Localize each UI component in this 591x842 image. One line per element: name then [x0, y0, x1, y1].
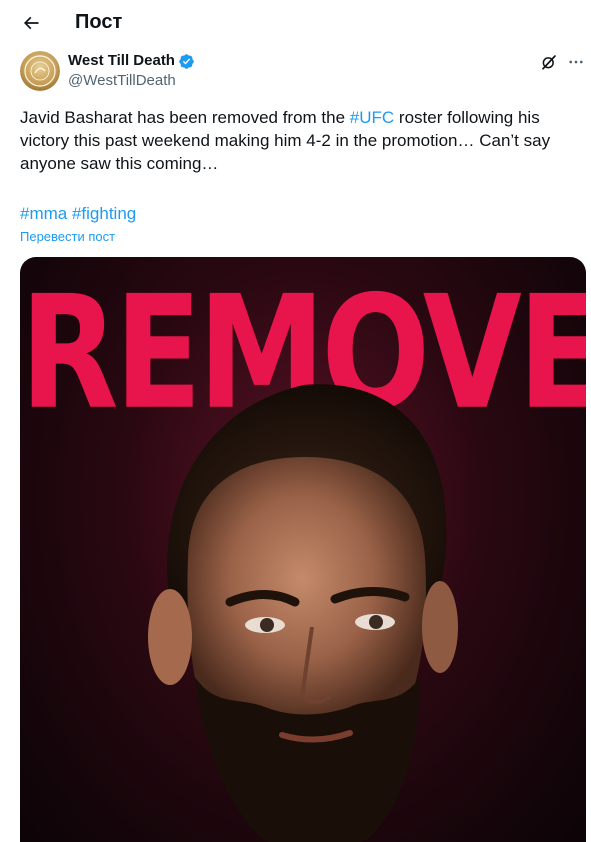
tweet-text: Javid Basharat has been removed from the… — [20, 106, 576, 175]
author-avatar[interactable] — [20, 51, 60, 91]
verified-badge-icon — [179, 53, 194, 69]
tweet-tags: #mma #fighting — [20, 202, 136, 225]
hashtag-link[interactable]: #UFC — [350, 108, 394, 127]
hashtag-link[interactable]: #fighting — [72, 204, 136, 223]
grok-icon — [542, 55, 556, 70]
hashtag-link[interactable]: #mma — [20, 204, 67, 223]
west-till-death-logo — [20, 51, 60, 91]
translate-post-link[interactable]: Перевести пост — [20, 229, 115, 245]
grok-button[interactable] — [538, 51, 560, 73]
more-horizontal-icon — [569, 60, 583, 64]
tweet-text-part: Javid Basharat has been removed from the — [20, 108, 350, 127]
back-button[interactable] — [14, 6, 48, 40]
author-name-text: West Till Death — [68, 52, 175, 69]
more-options-button[interactable] — [565, 51, 587, 73]
page-title: Пост — [75, 11, 123, 33]
tweet-media-image[interactable]: REMOVED — [20, 257, 586, 842]
author-name[interactable]: West Till Death — [68, 52, 195, 70]
arrow-left-icon — [23, 16, 39, 30]
author-handle[interactable]: @WestTillDeath — [68, 72, 176, 90]
page-header: Пост — [0, 0, 591, 44]
fighter-portrait — [148, 384, 458, 842]
